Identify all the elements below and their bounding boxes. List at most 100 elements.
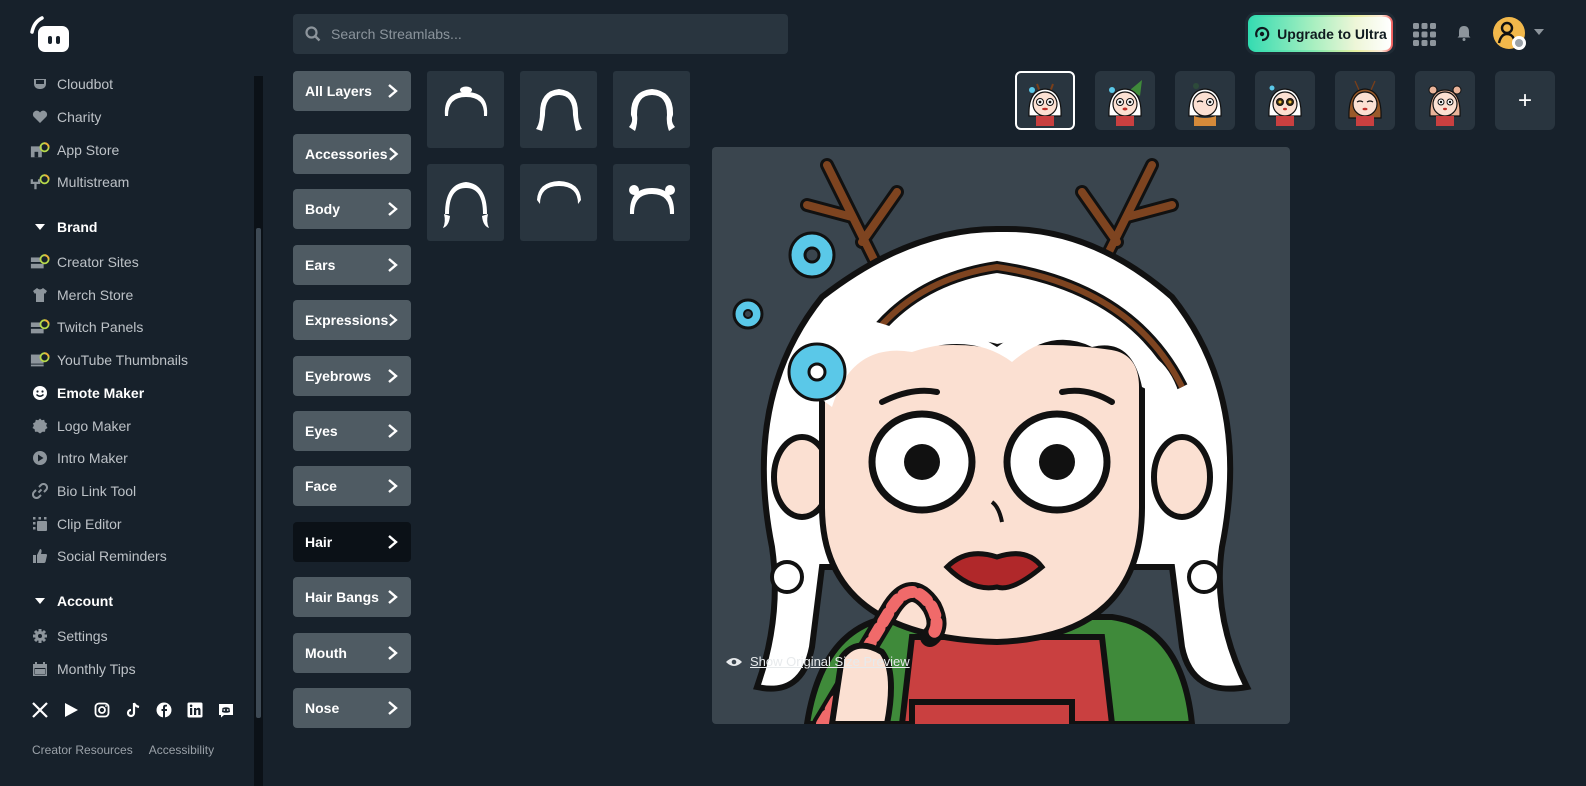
shirt-icon [30,285,50,305]
chevron-right-icon [388,368,398,383]
hair-option-space-buns[interactable] [613,164,690,241]
emote-tab-4[interactable] [1255,71,1315,130]
hair-option-wavy[interactable] [613,71,690,148]
sidebar-item-label: YouTube Thumbnails [57,352,189,369]
emote-tab-2[interactable] [1095,71,1155,130]
hair-option-braids[interactable] [427,164,504,241]
sidebar-item-label: Multistream [57,174,130,191]
sidebar-item-label: Creator Sites [57,254,139,271]
sidebar-item-app-store[interactable]: App Store [30,133,250,166]
sidebar-item-monthly-tips[interactable]: Monthly Tips [30,652,250,685]
category-all-layers[interactable]: All Layers [293,71,411,111]
emote-thumbnail [1348,80,1382,126]
search-bar[interactable] [293,14,788,54]
chevron-right-icon [388,202,398,217]
category-eyes[interactable]: Eyes [293,410,411,451]
x-icon[interactable] [30,700,49,719]
category-nose[interactable]: Nose [293,687,411,728]
section-brand[interactable]: Brand [30,211,250,243]
emote-thumbnail [1188,82,1222,126]
category-label: Accessories [305,146,388,162]
gear-icon [30,626,50,646]
facebook-icon[interactable] [154,700,173,719]
sidebar-item-social-reminders[interactable]: Social Reminders [30,540,250,573]
sidebar-item-emote-maker[interactable]: Emote Maker [30,377,250,410]
hair-option-bun[interactable] [427,71,504,148]
streamlabs-logo-icon[interactable] [28,14,72,54]
sidebar-item-cloudbot[interactable]: Cloudbot [30,68,250,101]
category-label: Nose [305,699,340,716]
category-label: Body [305,201,340,218]
emote-tab-5[interactable] [1335,71,1395,130]
chevron-right-icon [388,147,398,161]
sidebar-item-settings[interactable]: Settings [30,620,250,653]
sidebar-item-youtube-thumbnails[interactable]: YouTube Thumbnails [30,344,250,377]
creator-resources-link[interactable]: Creator Resources [32,743,133,757]
sidebar-item-label: Charity [57,109,102,126]
search-input[interactable] [331,26,771,42]
twitch-panels-icon [30,317,50,337]
emote-preview [732,158,1252,724]
category-expressions[interactable]: Expressions [293,300,411,341]
chevron-right-icon [388,84,398,98]
add-emote-button[interactable]: + [1495,71,1555,130]
emote-tab-6[interactable] [1415,71,1475,130]
section-account[interactable]: Account [30,585,250,617]
upgrade-to-ultra-button[interactable]: Upgrade to Ultra [1248,15,1393,52]
category-hair[interactable]: Hair [293,521,411,562]
caret-down-icon [30,223,50,230]
category-label: Eyebrows [305,367,372,384]
sidebar-item-label: Cloudbot [57,76,114,93]
category-eyebrows[interactable]: Eyebrows [293,355,411,396]
linkedin-icon[interactable] [185,700,204,719]
sidebar-item-multistream[interactable]: Multistream [30,166,250,199]
sidebar-item-logo-maker[interactable]: Logo Maker [30,409,250,442]
user-avatar[interactable] [1493,17,1527,51]
sidebar-item-bio-link-tool[interactable]: Bio Link Tool [30,475,250,508]
sidebar-item-charity[interactable]: Charity [30,101,250,134]
sidebar-scrollbar-thumb[interactable] [256,228,261,718]
sidebar: Cloudbot Charity App Store Multistream B… [0,0,263,786]
category-hair-bangs[interactable]: Hair Bangs [293,577,411,618]
emote-canvas[interactable] [712,147,1290,724]
tiktok-icon[interactable] [123,700,142,719]
emote-tab-3[interactable] [1175,71,1235,130]
category-mouth[interactable]: Mouth [293,632,411,673]
chevron-right-icon [388,424,398,438]
discord-icon[interactable] [216,700,235,719]
sidebar-item-creator-sites[interactable]: Creator Sites [30,246,250,279]
chevron-right-icon [389,313,398,327]
link-icon [30,481,50,501]
ultra-icon [1255,26,1270,41]
calendar-icon [30,659,50,679]
play-circle-icon [30,448,50,468]
category-accessories[interactable]: Accessories [293,134,411,174]
sidebar-item-intro-maker[interactable]: Intro Maker [30,442,250,475]
sidebar-item-twitch-panels[interactable]: Twitch Panels [30,311,250,344]
youtube-icon[interactable] [61,700,80,719]
bell-icon[interactable] [1456,25,1472,41]
sidebar-item-merch-store[interactable]: Merch Store [30,278,250,311]
emote-thumbnail [1428,85,1462,126]
category-ears[interactable]: Ears [293,244,411,285]
hair-options-grid [427,71,690,241]
sidebar-item-label: Logo Maker [57,417,131,434]
thumbs-up-icon [30,546,50,566]
emote-thumbnail [1108,79,1142,126]
emote-tab-1[interactable] [1015,71,1075,130]
category-face[interactable]: Face [293,466,411,507]
hair-option-long[interactable] [520,71,597,148]
instagram-icon[interactable] [92,700,111,719]
category-body[interactable]: Body [293,189,411,230]
caret-down-icon[interactable] [1534,29,1544,35]
chevron-right-icon [388,645,398,660]
sidebar-item-clip-editor[interactable]: Clip Editor [30,507,250,540]
accessibility-link[interactable]: Accessibility [149,743,214,757]
hair-option-short[interactable] [520,164,597,241]
emote-thumbnail [1028,83,1062,126]
section-label: Account [57,592,113,609]
show-original-size-preview-link[interactable]: Show Original Size Preview [726,654,910,669]
chevron-right-icon [388,534,398,549]
apps-grid-icon[interactable] [1413,23,1436,46]
creator-sites-icon [30,252,50,272]
